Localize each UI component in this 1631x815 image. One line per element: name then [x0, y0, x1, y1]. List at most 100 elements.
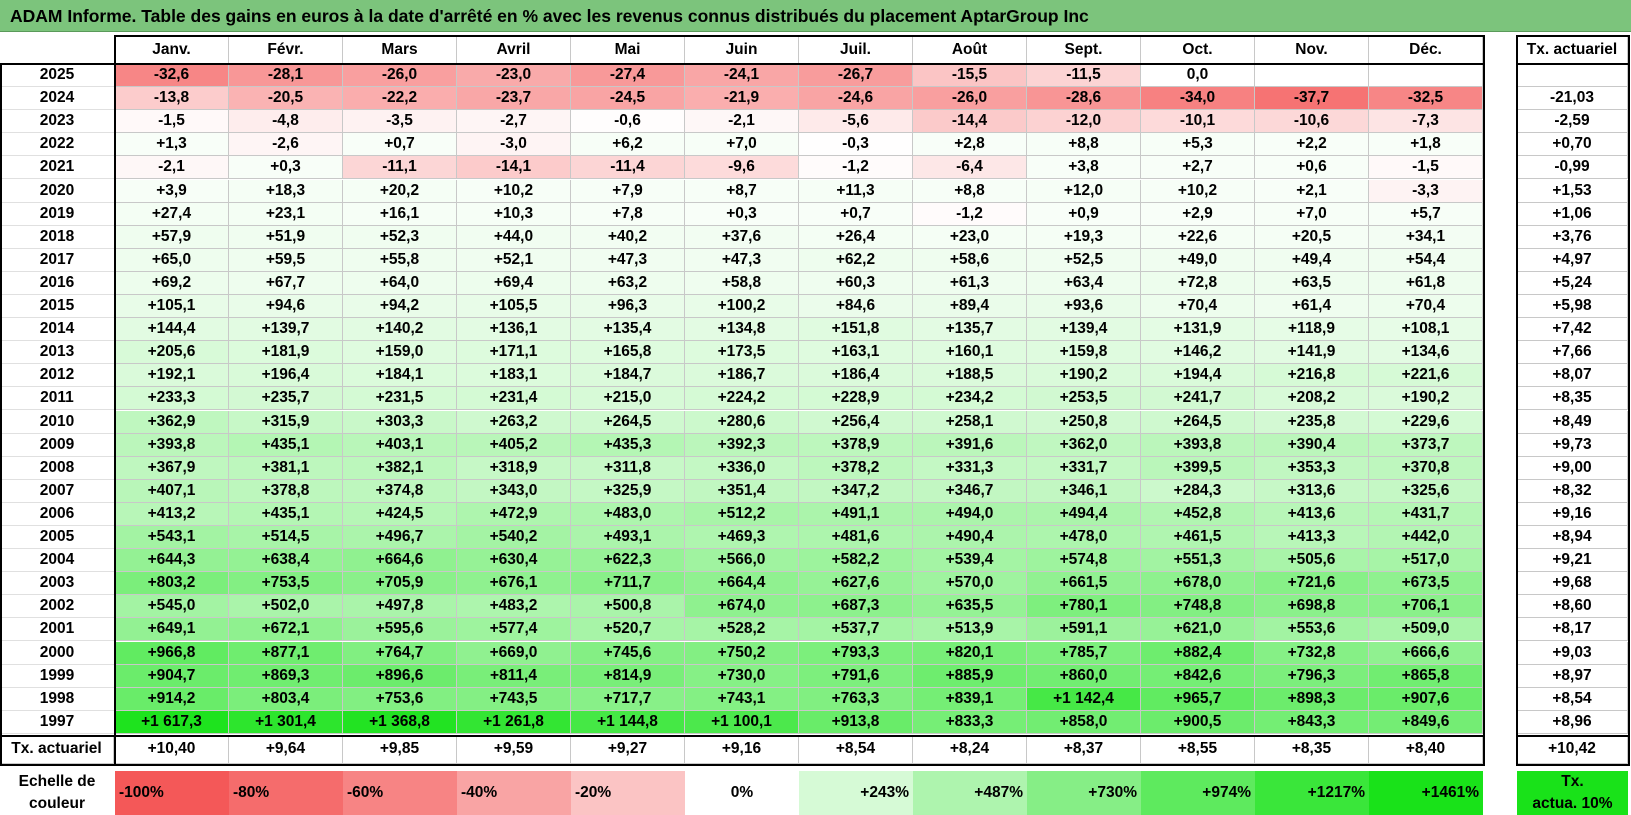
- data-cell: +331,3: [913, 456, 1027, 480]
- data-cell: +8,8: [1027, 133, 1141, 157]
- scale-key-line2: actua. 10%: [1532, 795, 1613, 812]
- data-cell: +61,4: [1255, 295, 1369, 319]
- data-cell: +253,5: [1027, 387, 1141, 411]
- footer-cell: +8,35: [1255, 735, 1369, 764]
- annual-cell: +8,60: [1517, 595, 1628, 619]
- annual-cell: +9,21: [1517, 549, 1628, 573]
- data-cell: +61,8: [1369, 271, 1483, 295]
- data-cell: +811,4: [457, 664, 571, 688]
- row-year: 2023: [0, 110, 114, 134]
- footer-cell: +9,64: [229, 735, 343, 764]
- annual-cell: +8,54: [1517, 687, 1628, 711]
- row-year: 2021: [0, 156, 114, 180]
- data-cell: +512,2: [685, 502, 799, 526]
- data-cell: +10,3: [457, 202, 571, 226]
- data-cell: +58,8: [685, 271, 799, 295]
- data-cell: +644,3: [115, 549, 229, 573]
- data-cell: +907,6: [1369, 687, 1483, 711]
- data-cell: +732,8: [1255, 641, 1369, 665]
- data-cell: +748,8: [1141, 595, 1255, 619]
- data-cell: +234,2: [913, 387, 1027, 411]
- row-year: 2019: [0, 203, 114, 226]
- row-year: 2011: [0, 387, 114, 411]
- data-cell: +63,5: [1255, 271, 1369, 295]
- data-cell: +750,2: [685, 641, 799, 665]
- month-header: Juil.: [799, 36, 913, 64]
- data-cell: +258,1: [913, 410, 1027, 434]
- data-cell: -5,6: [799, 110, 913, 134]
- data-cell: +63,2: [571, 271, 685, 295]
- data-cell: +705,9: [343, 572, 457, 596]
- data-cell: -12,0: [1027, 110, 1141, 134]
- data-cell: +51,9: [229, 225, 343, 249]
- row-year: 2012: [0, 364, 114, 388]
- data-cell: +186,4: [799, 364, 913, 388]
- footer-cell: +9,85: [343, 735, 457, 764]
- data-cell: +37,6: [685, 225, 799, 249]
- page-title: ADAM Informe. Table des gains en euros à…: [10, 6, 1089, 26]
- data-cell: -34,0: [1141, 87, 1255, 111]
- row-year: 2004: [0, 549, 114, 573]
- data-cell: +545,0: [115, 595, 229, 619]
- data-cell: +118,9: [1255, 318, 1369, 342]
- data-cell: +2,1: [1255, 179, 1369, 203]
- data-cell: +483,0: [571, 502, 685, 526]
- data-cell: +346,1: [1027, 479, 1141, 503]
- data-cell: +914,2: [115, 687, 229, 711]
- annual-cell: +9,00: [1517, 456, 1628, 480]
- data-cell: +0,6: [1255, 156, 1369, 180]
- data-cell: +208,2: [1255, 387, 1369, 411]
- annual-cell: +8,96: [1517, 710, 1628, 734]
- data-cell: +1 100,1: [685, 710, 799, 734]
- data-cell: +8,8: [913, 179, 1027, 203]
- data-cell: +52,3: [343, 225, 457, 249]
- data-cell: +780,1: [1027, 595, 1141, 619]
- data-cell: +753,5: [229, 572, 343, 596]
- data-cell: +3,8: [1027, 156, 1141, 180]
- footer-cell: +8,54: [799, 735, 913, 764]
- data-cell: +159,0: [343, 341, 457, 365]
- data-cell: +192,1: [115, 364, 229, 388]
- annual-cell: +5,98: [1517, 295, 1628, 319]
- data-cell: +661,5: [1027, 572, 1141, 596]
- data-cell: +673,5: [1369, 572, 1483, 596]
- data-cell: +898,3: [1255, 687, 1369, 711]
- data-cell: +60,3: [799, 271, 913, 295]
- data-cell: +0,3: [229, 156, 343, 180]
- data-cell: -1,2: [913, 202, 1027, 226]
- annual-cell: -21,03: [1517, 87, 1628, 111]
- row-year: 2002: [0, 595, 114, 619]
- data-cell: +743,5: [457, 687, 571, 711]
- data-cell: +403,1: [343, 433, 457, 457]
- data-cell: +551,3: [1141, 549, 1255, 573]
- data-cell: +431,7: [1369, 502, 1483, 526]
- data-cell: -15,5: [913, 64, 1027, 88]
- data-cell: +205,6: [115, 341, 229, 365]
- data-cell: +8,7: [685, 179, 799, 203]
- data-cell: +500,8: [571, 595, 685, 619]
- data-cell: +57,9: [115, 225, 229, 249]
- data-cell: -28,1: [229, 64, 343, 88]
- data-cell: +139,4: [1027, 318, 1141, 342]
- data-cell: -10,1: [1141, 110, 1255, 134]
- data-cell: +89,4: [913, 295, 1027, 319]
- scale-swatch: -80%: [229, 771, 343, 815]
- data-cell: +173,5: [685, 341, 799, 365]
- data-cell: +93,6: [1027, 295, 1141, 319]
- row-year: 2025: [0, 64, 114, 88]
- data-cell: -2,1: [685, 110, 799, 134]
- scale-swatch: +243%: [799, 771, 913, 815]
- footer-cell: +9,27: [571, 735, 685, 764]
- data-cell: +791,6: [799, 664, 913, 688]
- data-cell: +362,0: [1027, 433, 1141, 457]
- data-cell: +630,4: [457, 549, 571, 573]
- data-cell: +622,3: [571, 549, 685, 573]
- data-cell: +134,8: [685, 318, 799, 342]
- data-cell: +94,2: [343, 295, 457, 319]
- data-cell: +491,1: [799, 502, 913, 526]
- data-cell: +839,1: [913, 687, 1027, 711]
- data-cell: +860,0: [1027, 664, 1141, 688]
- data-cell: +793,3: [799, 641, 913, 665]
- data-cell: +672,1: [229, 618, 343, 642]
- data-cell: +7,0: [1255, 202, 1369, 226]
